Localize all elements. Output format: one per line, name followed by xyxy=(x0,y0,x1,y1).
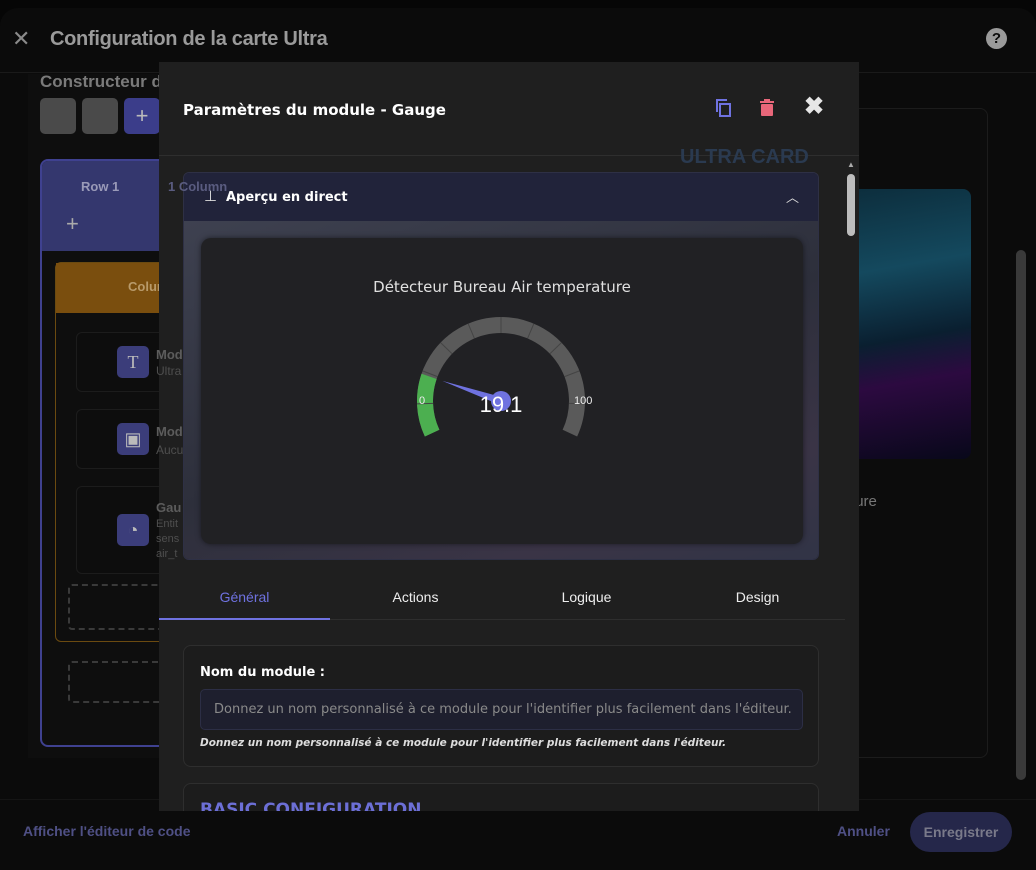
gauge xyxy=(417,317,585,437)
scrollbar[interactable] xyxy=(1016,250,1026,780)
live-preview-title: Aperçu en direct xyxy=(226,190,348,205)
module-subtitle: Ultra xyxy=(156,364,182,378)
module-name-hint: Donnez un nom personnalisé à ce module p… xyxy=(200,737,727,749)
close-icon[interactable]: ✕ xyxy=(12,26,30,52)
gauge-card: Détecteur Bureau Air temperature 0 100 1… xyxy=(201,238,803,544)
scrollbar-thumb[interactable] xyxy=(847,174,855,236)
tab-actions[interactable]: Actions xyxy=(330,575,501,620)
help-icon[interactable]: ? xyxy=(986,28,1007,49)
module-title: Gau xyxy=(156,500,182,515)
card-title: ULTRA CARD xyxy=(680,146,809,168)
delete-icon[interactable] xyxy=(759,99,775,117)
section-title: BASIC CONFIGURATION xyxy=(200,800,422,811)
cancel-button[interactable]: Annuler xyxy=(837,823,890,839)
redo-button[interactable] xyxy=(82,98,118,134)
preview-body: Détecteur Bureau Air temperature 0 100 1… xyxy=(184,221,818,559)
live-preview-section: ⊥ Aperçu en direct ︿ Détecteur Bureau Ai… xyxy=(183,172,819,560)
gauge-fill xyxy=(417,373,440,437)
module-entity: sens xyxy=(156,533,180,545)
gauge-max-label: 100 xyxy=(574,395,593,407)
gauge-value: 19.1 xyxy=(479,392,523,417)
module-name-section: Nom du module : Donnez un nom personnali… xyxy=(183,645,819,767)
tab-logic[interactable]: Logique xyxy=(501,575,672,620)
add-icon[interactable]: + xyxy=(66,211,79,237)
live-preview-header[interactable]: ⊥ Aperçu en direct ︿ xyxy=(184,173,818,221)
modal-title: Paramètres du module - Gauge xyxy=(183,101,446,119)
module-name-label: Nom du module : xyxy=(200,665,326,680)
modal-scrollbar[interactable]: ▲ xyxy=(845,160,857,800)
add-column-drop-zone[interactable] xyxy=(68,661,168,703)
show-code-editor-link[interactable]: Afficher l'éditeur de code xyxy=(23,823,190,839)
save-button[interactable]: Enregistrer xyxy=(910,812,1012,852)
tab-design[interactable]: Design xyxy=(672,575,843,620)
row-columns: 1 Column xyxy=(168,179,228,194)
module-entity-id: air_t xyxy=(156,548,178,560)
module-name-input[interactable] xyxy=(200,689,803,730)
text-module-icon: T xyxy=(117,346,149,378)
module-settings-modal: Paramètres du module - Gauge ✖ ⊥ Aperçu … xyxy=(159,62,859,811)
add-button[interactable]: + xyxy=(124,98,160,134)
drop-zone[interactable] xyxy=(68,584,168,630)
gauge-title: Détecteur Bureau Air temperature xyxy=(373,278,631,296)
gauge-icon: ◔ xyxy=(117,514,149,546)
undo-button[interactable] xyxy=(40,98,76,134)
basic-configuration-section: BASIC CONFIGURATION xyxy=(183,783,819,811)
close-icon[interactable]: ✖ xyxy=(804,92,824,121)
module-subtitle: Entit xyxy=(156,518,179,530)
chevron-up-icon[interactable]: ︿ xyxy=(786,187,799,206)
tab-bar: Général Actions Logique Design xyxy=(159,575,845,620)
module-subtitle: Aucu xyxy=(156,443,184,457)
tab-general[interactable]: Général xyxy=(159,575,330,620)
module-title: Mod xyxy=(156,424,183,439)
gauge-min-label: 0 xyxy=(419,395,426,407)
row-label: Row 1 xyxy=(81,179,120,194)
module-title: Mod xyxy=(156,347,183,362)
image-icon: ▣ xyxy=(117,423,149,455)
duplicate-icon[interactable] xyxy=(716,99,732,117)
dialog-title: Configuration de la carte Ultra xyxy=(50,28,328,50)
